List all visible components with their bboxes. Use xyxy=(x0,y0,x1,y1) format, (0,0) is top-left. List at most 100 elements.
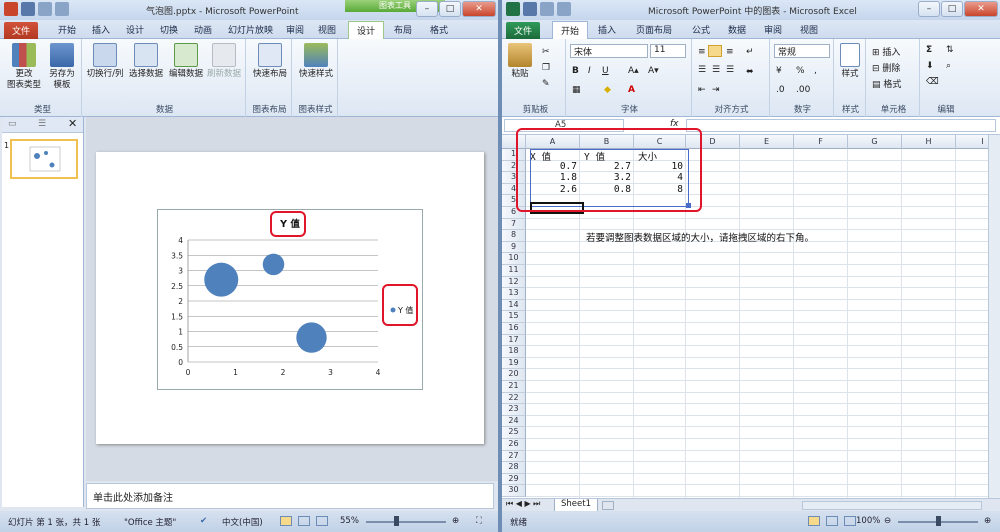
align-left-icon[interactable]: ☰ xyxy=(698,65,706,75)
decrease-decimal-icon[interactable]: .00 xyxy=(796,85,810,95)
language-status[interactable]: 中文(中国) xyxy=(222,516,263,528)
row-header[interactable]: 27 xyxy=(502,450,526,463)
minimize-icon[interactable]: – xyxy=(416,1,438,17)
row-header[interactable]: 20 xyxy=(502,369,526,381)
notes-pane[interactable]: 单击此处添加备注 xyxy=(86,483,494,509)
outline-tab-icon[interactable]: ☰ xyxy=(38,119,46,129)
borders-icon[interactable]: ▦ xyxy=(572,85,581,95)
normal-view-icon[interactable] xyxy=(280,516,292,526)
close-panel-icon[interactable]: ✕ xyxy=(68,117,77,130)
fill-icon[interactable]: ⬇ xyxy=(926,61,934,71)
delete-cells-button[interactable]: ⊟ 删除 xyxy=(872,61,900,74)
currency-icon[interactable]: ¥ xyxy=(776,66,782,76)
column-header[interactable]: H xyxy=(902,135,956,149)
zoom-level[interactable]: 100% xyxy=(856,516,880,526)
normal-view-icon[interactable] xyxy=(808,516,820,526)
row-header[interactable]: 25 xyxy=(502,427,526,439)
redo-icon[interactable] xyxy=(55,2,69,16)
tab-formulas[interactable]: 公式 xyxy=(692,23,710,36)
bold-icon[interactable]: B xyxy=(572,66,579,76)
comma-icon[interactable]: , xyxy=(814,66,817,76)
align-bottom-icon[interactable]: ≡ xyxy=(726,47,734,57)
tab-home[interactable]: 开始 xyxy=(552,21,589,39)
switch-row-column-button[interactable]: 切换行/列 xyxy=(84,43,126,80)
clear-icon[interactable]: ⌫ xyxy=(926,77,939,87)
cut-icon[interactable]: ✂ xyxy=(542,47,550,57)
format-cells-button[interactable]: ▤ 格式 xyxy=(872,77,901,90)
fit-window-icon[interactable]: ⛶ xyxy=(476,516,482,526)
row-header[interactable]: 8 xyxy=(502,230,526,242)
autosum-icon[interactable]: Σ xyxy=(926,45,932,55)
row-header[interactable]: 28 xyxy=(502,462,526,474)
row-header[interactable]: 9 xyxy=(502,241,526,254)
zoom-in-icon[interactable]: ⊕ xyxy=(984,516,991,526)
row-header[interactable]: 10 xyxy=(502,253,526,265)
tab-chart-format[interactable]: 格式 xyxy=(430,23,448,36)
underline-icon[interactable]: U xyxy=(602,66,609,76)
zoom-level[interactable]: 55% xyxy=(340,516,359,526)
grow-font-icon[interactable]: A▴ xyxy=(628,66,639,76)
find-select-icon[interactable]: ⌕ xyxy=(946,61,951,71)
align-center-icon[interactable]: ☰ xyxy=(712,65,720,75)
zoom-slider-thumb[interactable] xyxy=(394,516,399,526)
excel-file-tab[interactable]: 文件 xyxy=(506,22,541,39)
font-color-icon[interactable]: A xyxy=(628,85,635,95)
tab-slideshow[interactable]: 幻灯片放映 xyxy=(228,23,273,36)
number-format-select[interactable]: 常规 xyxy=(774,44,830,58)
theme-status[interactable]: "Office 主题" xyxy=(124,516,176,528)
tab-review[interactable]: 审阅 xyxy=(286,23,304,36)
align-top-icon[interactable]: ≡ xyxy=(698,47,706,57)
tab-data[interactable]: 数据 xyxy=(728,23,746,36)
column-header[interactable]: F xyxy=(794,135,848,149)
undo-icon[interactable] xyxy=(38,2,52,16)
column-header[interactable]: E xyxy=(740,135,794,149)
reading-view-icon[interactable] xyxy=(316,516,328,526)
row-header[interactable]: 22 xyxy=(502,392,526,405)
edit-data-button[interactable]: 编辑数据 xyxy=(166,43,206,80)
zoom-slider[interactable] xyxy=(366,521,446,523)
slide-sorter-icon[interactable] xyxy=(298,516,310,526)
vertical-scrollbar[interactable] xyxy=(988,135,1000,498)
ppt-app-icon[interactable] xyxy=(4,2,18,16)
tab-design[interactable]: 设计 xyxy=(126,23,144,36)
slide-canvas[interactable]: 4 3.5 3 2.5 2 1.5 1 0.5 0 0 1 2 3 4 Y 值Y 值 xyxy=(96,152,484,444)
slides-tab-icon[interactable]: ▭ xyxy=(8,119,17,129)
row-header[interactable]: 12 xyxy=(502,276,526,289)
increase-indent-icon[interactable]: ⇥ xyxy=(712,85,720,95)
paste-button[interactable]: 粘贴 xyxy=(506,43,534,80)
row-header[interactable]: 30 xyxy=(502,485,526,497)
save-icon[interactable] xyxy=(21,2,35,16)
sheet-nav-icon[interactable]: ⏮ ◀ ▶ ⏭ xyxy=(506,499,540,509)
row-header[interactable]: 17 xyxy=(502,334,526,347)
excel-app-icon[interactable] xyxy=(506,2,520,16)
row-header[interactable]: 21 xyxy=(502,381,526,393)
formula-input[interactable] xyxy=(686,119,996,132)
undo-icon[interactable] xyxy=(540,2,554,16)
change-chart-type-button[interactable]: 更改 图表类型 xyxy=(4,43,44,91)
row-header[interactable]: 13 xyxy=(502,288,526,300)
quick-layout-button[interactable]: 快速布局 xyxy=(250,43,290,80)
row-header[interactable]: 23 xyxy=(502,404,526,416)
slide-thumbnail[interactable] xyxy=(10,139,78,179)
font-size-select[interactable]: 11 xyxy=(650,44,686,58)
italic-icon[interactable]: I xyxy=(588,66,591,76)
percent-icon[interactable]: % xyxy=(796,66,805,76)
row-header[interactable]: 19 xyxy=(502,357,526,370)
wrap-text-icon[interactable]: ↵ xyxy=(746,47,754,57)
row-header[interactable]: 24 xyxy=(502,415,526,428)
fill-color-icon[interactable]: ◆ xyxy=(604,85,611,95)
close-icon[interactable]: ✕ xyxy=(462,1,496,17)
spellcheck-icon[interactable]: ✔ xyxy=(200,516,207,526)
tab-page-layout[interactable]: 页面布局 xyxy=(636,23,672,36)
row-header[interactable]: 29 xyxy=(502,473,526,486)
maximize-icon[interactable]: □ xyxy=(941,1,963,17)
refresh-data-button[interactable]: 刷新数据 xyxy=(204,43,244,80)
save-icon[interactable] xyxy=(523,2,537,16)
align-middle-icon[interactable] xyxy=(708,45,722,57)
align-right-icon[interactable]: ☰ xyxy=(726,65,734,75)
row-header[interactable]: 7 xyxy=(502,218,526,231)
increase-decimal-icon[interactable]: .0 xyxy=(776,85,785,95)
decrease-indent-icon[interactable]: ⇤ xyxy=(698,85,706,95)
font-name-select[interactable]: 宋体 xyxy=(570,44,648,58)
row-header[interactable]: 11 xyxy=(502,265,526,277)
